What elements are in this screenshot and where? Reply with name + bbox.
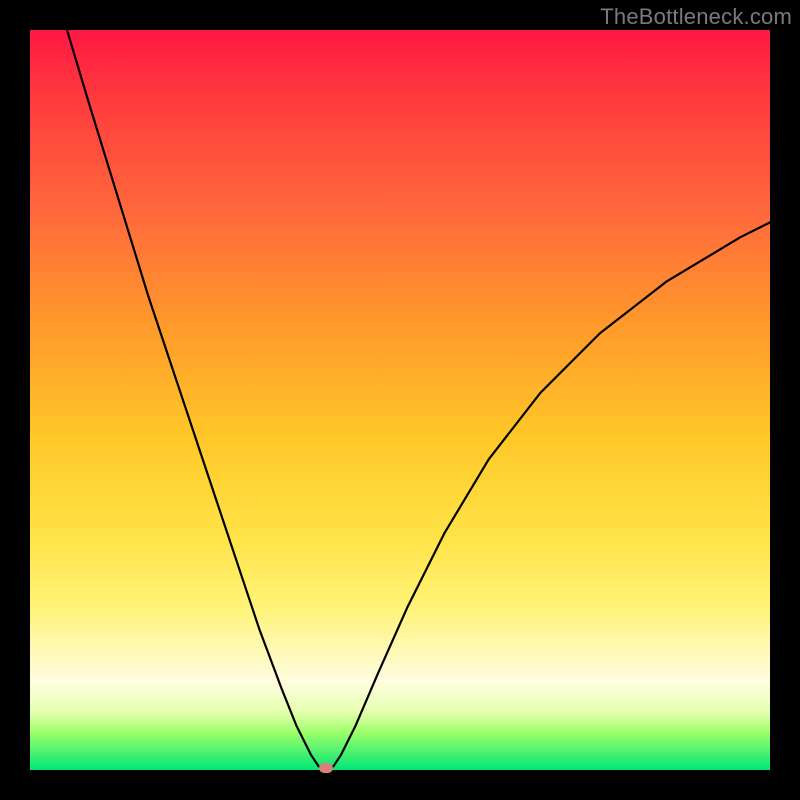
plot-area: [30, 30, 770, 770]
minimum-marker: [319, 763, 333, 773]
bottleneck-curve: [30, 30, 770, 770]
watermark-text: TheBottleneck.com: [600, 4, 792, 30]
chart-container: TheBottleneck.com: [0, 0, 800, 800]
